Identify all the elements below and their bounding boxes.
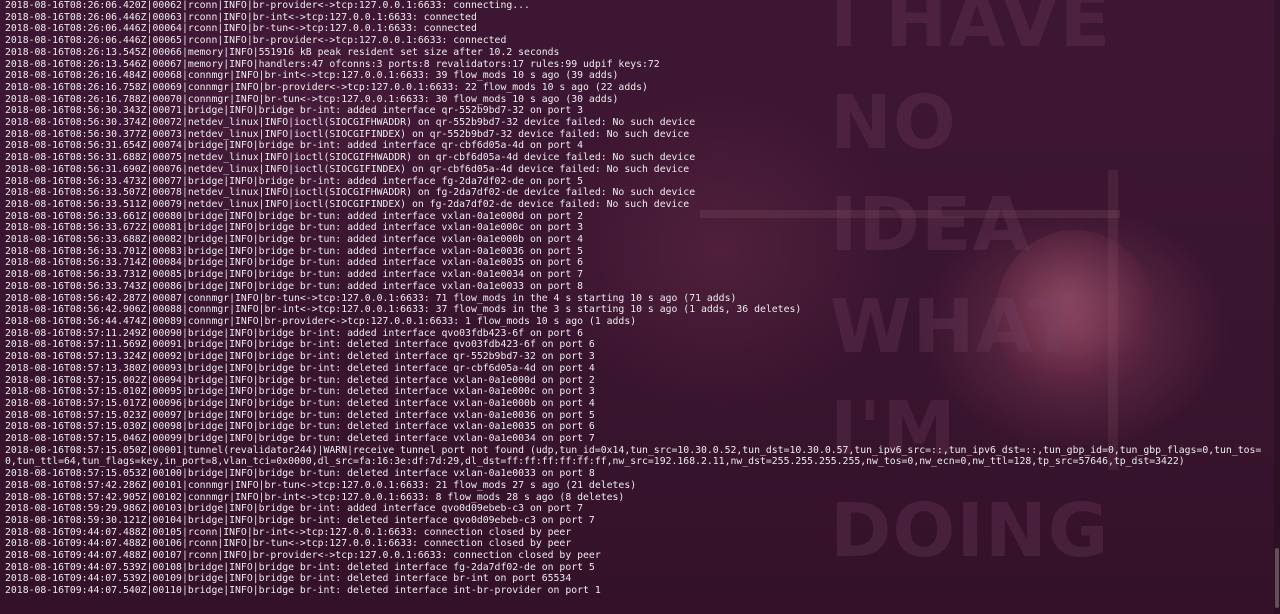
log-line: 2018-08-16T08:56:33.511Z|00079|netdev_li…	[5, 198, 690, 210]
terminal-scrollbar[interactable]	[1274, 0, 1280, 614]
log-line: 2018-08-16T08:26:13.546Z|00067|memory|IN…	[5, 58, 660, 70]
log-line: 2018-08-16T08:59:30.121Z|00104|bridge|IN…	[5, 514, 595, 526]
log-line: 2018-08-16T08:26:16.484Z|00068|connmgr|I…	[5, 70, 619, 82]
log-line: 2018-08-16T08:56:33.661Z|00080|bridge|IN…	[5, 210, 584, 222]
log-line: 2018-08-16T08:56:30.377Z|00073|netdev_li…	[5, 128, 690, 140]
log-line: 2018-08-16T08:56:33.473Z|00077|bridge|IN…	[5, 175, 584, 187]
log-line: 2018-08-16T09:44:07.488Z|00106|rconn|INF…	[5, 538, 572, 550]
log-line: 2018-08-16T08:57:15.002Z|00094|bridge|IN…	[5, 374, 595, 386]
log-line: 2018-08-16T08:56:31.654Z|00074|bridge|IN…	[5, 140, 584, 152]
log-line: 2018-08-16T08:26:16.758Z|00069|connmgr|I…	[5, 81, 648, 93]
log-line: 2018-08-16T08:56:31.690Z|00076|netdev_li…	[5, 163, 690, 175]
log-line: 2018-08-16T08:56:33.731Z|00085|bridge|IN…	[5, 269, 584, 281]
log-line: 2018-08-16T08:26:06.446Z|00065|rconn|INF…	[5, 35, 507, 47]
log-line: 2018-08-16T09:44:07.540Z|00110|bridge|IN…	[5, 585, 601, 597]
log-line: 2018-08-16T08:56:33.743Z|00086|bridge|IN…	[5, 280, 584, 292]
log-line: 2018-08-16T08:57:15.017Z|00096|bridge|IN…	[5, 397, 595, 409]
log-line: 2018-08-16T08:57:15.030Z|00098|bridge|IN…	[5, 421, 595, 433]
log-line: 2018-08-16T08:26:13.545Z|00066|memory|IN…	[5, 46, 560, 58]
log-line: 2018-08-16T08:57:15.050Z|00001|tunnel(re…	[5, 444, 1262, 468]
log-line: 2018-08-16T08:56:42.906Z|00088|connmgr|I…	[5, 304, 802, 316]
log-line: 2018-08-16T08:57:13.380Z|00093|bridge|IN…	[5, 362, 595, 374]
log-line: 2018-08-16T08:56:33.672Z|00081|bridge|IN…	[5, 222, 584, 234]
log-line: 2018-08-16T08:56:33.688Z|00082|bridge|IN…	[5, 234, 584, 246]
log-line: 2018-08-16T08:57:15.010Z|00095|bridge|IN…	[5, 386, 595, 398]
log-line: 2018-08-16T08:56:30.374Z|00072|netdev_li…	[5, 117, 696, 129]
log-line: 2018-08-16T08:26:16.788Z|00070|connmgr|I…	[5, 93, 619, 105]
log-line: 2018-08-16T08:26:06.446Z|00063|rconn|INF…	[5, 11, 477, 23]
log-line: 2018-08-16T08:56:33.714Z|00084|bridge|IN…	[5, 257, 584, 269]
log-line: 2018-08-16T08:26:06.446Z|00064|rconn|INF…	[5, 23, 477, 35]
log-line: 2018-08-16T08:57:15.053Z|00100|bridge|IN…	[5, 468, 595, 480]
log-line: 2018-08-16T08:56:33.507Z|00078|netdev_li…	[5, 187, 696, 199]
log-line: 2018-08-16T08:56:30.343Z|00071|bridge|IN…	[5, 105, 584, 117]
log-line: 2018-08-16T08:57:13.324Z|00092|bridge|IN…	[5, 351, 595, 363]
log-line: 2018-08-16T09:44:07.539Z|00109|bridge|IN…	[5, 573, 572, 585]
log-line: 2018-08-16T09:44:07.488Z|00107|rconn|INF…	[5, 550, 601, 562]
log-line: 2018-08-16T08:56:42.287Z|00087|connmgr|I…	[5, 292, 737, 304]
log-line: 2018-08-16T09:44:07.539Z|00108|bridge|IN…	[5, 561, 595, 573]
log-line: 2018-08-16T08:56:44.474Z|00089|connmgr|I…	[5, 315, 637, 327]
terminal-window[interactable]: I HAVE NO IDEA WHAT I'M DOING 2018-08-16…	[0, 0, 1280, 614]
scrollbar-thumb[interactable]	[1275, 548, 1279, 608]
log-line: 2018-08-16T08:57:15.046Z|00099|bridge|IN…	[5, 433, 595, 445]
log-line: 2018-08-16T08:26:06.420Z|00062|rconn|INF…	[5, 0, 530, 11]
log-line: 2018-08-16T08:57:11.569Z|00091|bridge|IN…	[5, 339, 595, 351]
log-line: 2018-08-16T08:57:42.905Z|00102|connmgr|I…	[5, 491, 625, 503]
log-line: 2018-08-16T08:56:33.701Z|00083|bridge|IN…	[5, 245, 584, 257]
log-line: 2018-08-16T08:57:42.286Z|00101|connmgr|I…	[5, 479, 637, 491]
terminal-output: 2018-08-16T08:26:06.420Z|00062|rconn|INF…	[5, 0, 1272, 597]
log-line: 2018-08-16T08:56:31.688Z|00075|netdev_li…	[5, 152, 696, 164]
log-line: 2018-08-16T09:44:07.488Z|00105|rconn|INF…	[5, 526, 572, 538]
log-line: 2018-08-16T08:59:29.986Z|00103|bridge|IN…	[5, 503, 584, 515]
log-line: 2018-08-16T08:57:15.023Z|00097|bridge|IN…	[5, 409, 595, 421]
log-line: 2018-08-16T08:57:11.249Z|00090|bridge|IN…	[5, 327, 584, 339]
